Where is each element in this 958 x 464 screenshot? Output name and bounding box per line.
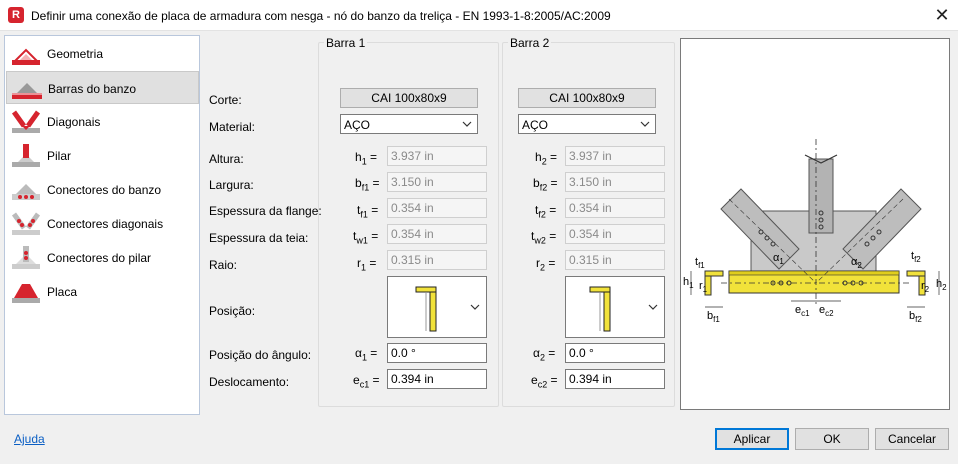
sidebar-item-label: Conectores diagonais xyxy=(47,217,164,231)
title-bar: R Definir uma conexão de placa de armadu… xyxy=(0,0,958,31)
column-icon xyxy=(12,144,40,167)
radius-field-bar1: 0.315 in xyxy=(387,250,487,270)
cancel-button[interactable]: Cancelar xyxy=(875,428,949,450)
sidebar-item-label: Geometria xyxy=(47,47,104,61)
web-thickness-field-bar2: 0.354 in xyxy=(565,224,665,244)
connection-preview: tf1 h1 r1 bf1 α1 α2 ec1 ec2 tf2 h2 r2 bf… xyxy=(680,38,950,410)
sidebar-item-label: Barras do banzo xyxy=(48,82,137,96)
sidebar-item-pilar[interactable]: Pilar xyxy=(6,139,199,172)
label-bf2: bf2 xyxy=(909,310,922,324)
offset-input-bar2[interactable]: 0.394 in xyxy=(565,369,665,389)
height-field-bar2: 3.937 in xyxy=(565,146,665,166)
label-corte: Corte: xyxy=(209,93,242,107)
symbol-alpha2: α2 = xyxy=(533,346,556,363)
position-select-bar1[interactable] xyxy=(387,276,487,338)
symbol-bf2: bf2 = xyxy=(533,176,558,193)
angle-position-input-bar2[interactable]: 0.0 ° xyxy=(565,343,665,363)
label-posicao-angulo: Posição do ângulo: xyxy=(209,348,312,362)
material-select-bar1[interactable]: AÇO xyxy=(340,114,478,134)
angle-position-icon xyxy=(415,286,437,332)
material-value: AÇO xyxy=(344,118,371,132)
close-icon[interactable]: ✕ xyxy=(930,4,954,26)
label-raio: Raio: xyxy=(209,258,238,272)
ok-button[interactable]: OK xyxy=(795,428,869,450)
sidebar-item-label: Conectores do pilar xyxy=(47,251,152,265)
chord-bars-icon xyxy=(12,83,42,99)
label-largura: Largura: xyxy=(209,178,254,192)
chord-connectors-icon xyxy=(12,184,40,200)
width-field-bar1: 3.150 in xyxy=(387,172,487,192)
app-logo-icon: R xyxy=(8,7,24,23)
symbol-tw1: tw1 = xyxy=(353,229,379,246)
chevron-down-icon xyxy=(648,304,658,310)
geometry-icon xyxy=(12,48,40,65)
chevron-down-icon xyxy=(462,121,472,127)
symbol-tw2: tw2 = xyxy=(531,229,557,246)
angle-position-icon xyxy=(589,286,611,332)
chevron-down-icon xyxy=(470,304,480,310)
chevron-down-icon xyxy=(640,121,650,127)
window-title: Definir uma conexão de placa de armadura… xyxy=(31,9,611,23)
section-button-bar1[interactable]: CAI 100x80x9 xyxy=(340,88,478,108)
material-value: AÇO xyxy=(522,118,549,132)
apply-button[interactable]: Aplicar xyxy=(715,428,789,450)
web-thickness-field-bar1: 0.354 in xyxy=(387,224,487,244)
symbol-h1: h1 = xyxy=(355,150,378,167)
symbol-ec2: ec2 = xyxy=(531,373,558,390)
sidebar-item-placa[interactable]: Placa xyxy=(6,275,199,308)
plate-icon xyxy=(12,284,40,303)
sidebar-item-barras-do-banzo[interactable]: Barras do banzo xyxy=(6,71,199,104)
radius-field-bar2: 0.315 in xyxy=(565,250,665,270)
sidebar-item-label: Placa xyxy=(47,285,78,299)
sidebar: Geometria Barras do banzo Diagonais Pila… xyxy=(4,35,200,415)
help-link[interactable]: Ajuda xyxy=(14,432,45,446)
material-select-bar2[interactable]: AÇO xyxy=(518,114,656,134)
symbol-tf2: tf2 = xyxy=(535,203,557,220)
symbol-tf1: tf1 = xyxy=(357,203,379,220)
label-tf1: tf1 xyxy=(695,256,705,270)
sidebar-item-label: Pilar xyxy=(47,149,72,163)
sidebar-item-conectores-diagonais[interactable]: Conectores diagonais xyxy=(6,207,199,240)
symbol-r1: r1 = xyxy=(357,256,377,273)
label-bf1: bf1 xyxy=(707,310,720,324)
group-title-barra-2: Barra 2 xyxy=(508,36,552,50)
sidebar-item-label: Conectores do banzo xyxy=(47,183,162,197)
label-espessura-flange: Espessura da flange: xyxy=(209,204,322,218)
label-ec2: ec2 xyxy=(819,304,834,318)
label-tf2: tf2 xyxy=(911,250,921,264)
width-field-bar2: 3.150 in xyxy=(565,172,665,192)
label-deslocamento: Deslocamento: xyxy=(209,375,290,389)
diagonals-icon xyxy=(11,110,41,133)
diagonal-connectors-icon xyxy=(11,212,41,235)
label-espessura-teia: Espessura da teia: xyxy=(209,231,309,245)
truss-node-drawing: tf1 h1 r1 bf1 α1 α2 ec1 ec2 tf2 h2 r2 bf… xyxy=(683,139,947,324)
sidebar-item-diagonais[interactable]: Diagonais xyxy=(6,105,199,138)
label-ec1: ec1 xyxy=(795,304,810,318)
sidebar-item-conectores-do-banzo[interactable]: Conectores do banzo xyxy=(6,173,199,206)
label-posicao: Posição: xyxy=(209,304,256,318)
sidebar-item-label: Diagonais xyxy=(47,115,101,129)
symbol-bf1: bf1 = xyxy=(355,176,380,193)
symbol-h2: h2 = xyxy=(535,150,558,167)
sidebar-item-conectores-do-pilar[interactable]: Conectores do pilar xyxy=(6,241,199,274)
offset-input-bar1[interactable]: 0.394 in xyxy=(387,369,487,389)
column-connectors-icon xyxy=(12,246,40,269)
position-select-bar2[interactable] xyxy=(565,276,665,338)
symbol-r2: r2 = xyxy=(536,256,556,273)
label-altura: Altura: xyxy=(209,152,244,166)
label-h1: h1 xyxy=(683,276,694,290)
section-button-bar2[interactable]: CAI 100x80x9 xyxy=(518,88,656,108)
label-h2: h2 xyxy=(936,278,947,292)
flange-thickness-field-bar1: 0.354 in xyxy=(387,198,487,218)
symbol-alpha1: α1 = xyxy=(355,346,378,363)
symbol-ec1: ec1 = xyxy=(353,373,380,390)
group-title-barra-1: Barra 1 xyxy=(324,36,368,50)
flange-thickness-field-bar2: 0.354 in xyxy=(565,198,665,218)
label-material: Material: xyxy=(209,120,256,134)
sidebar-item-geometria[interactable]: Geometria xyxy=(6,37,199,70)
height-field-bar1: 3.937 in xyxy=(387,146,487,166)
angle-position-input-bar1[interactable]: 0.0 ° xyxy=(387,343,487,363)
